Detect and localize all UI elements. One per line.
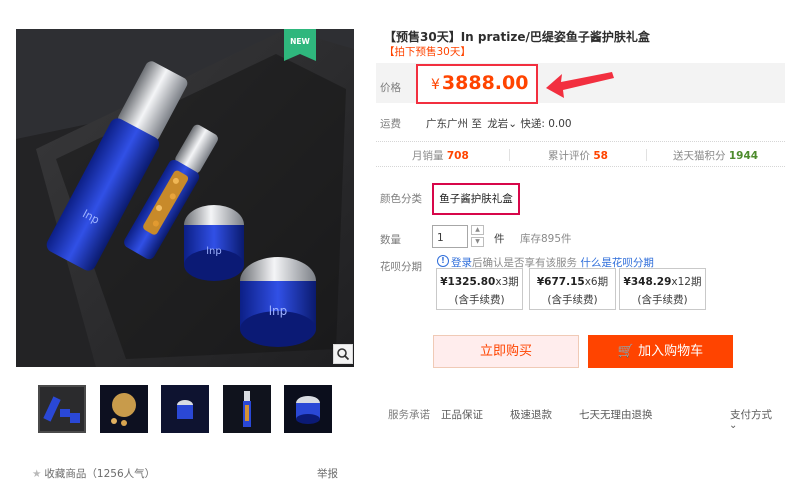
service-item[interactable]: 极速退款 bbox=[510, 407, 552, 422]
zoom-button[interactable] bbox=[333, 344, 353, 364]
installment-fee: (含手续费) bbox=[454, 294, 505, 306]
tmall-points-label: 送天猫积分 bbox=[673, 150, 726, 162]
report-link[interactable]: 举报 bbox=[317, 466, 338, 481]
review-count-label: 累计评价 bbox=[548, 150, 590, 162]
add-to-cart-label: 加入购物车 bbox=[638, 344, 704, 359]
favorite-label: 收藏商品 bbox=[44, 468, 87, 480]
installment-amount: ¥1325.80 bbox=[440, 276, 496, 288]
info-icon: ! bbox=[437, 255, 449, 267]
quantity-label: 数量 bbox=[380, 234, 401, 246]
chevron-down-icon[interactable]: ⌄ bbox=[729, 420, 737, 431]
installment-periods: x12期 bbox=[671, 276, 702, 288]
installment-fee: (含手续费) bbox=[547, 294, 598, 306]
tmall-points-value: 1944 bbox=[728, 150, 759, 162]
service-item[interactable]: 正品保证 bbox=[441, 407, 483, 422]
buy-now-button[interactable]: 立即购买 bbox=[433, 335, 579, 368]
monthly-sales-label: 月销量 bbox=[412, 150, 444, 162]
installment-amount: ¥348.29 bbox=[623, 276, 672, 288]
thumbnail-4[interactable] bbox=[223, 385, 271, 433]
thumbnail-3[interactable] bbox=[161, 385, 209, 433]
divider bbox=[509, 149, 510, 161]
installment-amount: ¥677.15 bbox=[536, 276, 585, 288]
favorite-link[interactable]: ★ 收藏商品（1256人气） bbox=[32, 466, 155, 481]
shipping-info: 广东广州 至 龙岩⌄ 快递: 0.00 bbox=[426, 116, 572, 131]
quantity-input[interactable]: 1 bbox=[432, 225, 468, 248]
price-value: ¥3888.00 bbox=[431, 72, 528, 94]
star-icon: ★ bbox=[32, 468, 42, 480]
monthly-sales-value: 708 bbox=[446, 150, 469, 162]
installment-option-6[interactable]: ¥677.15x6期 (含手续费) bbox=[529, 268, 616, 310]
review-count[interactable]: 累计评价 58 bbox=[548, 148, 608, 163]
installment-label: 花呗分期 bbox=[380, 261, 422, 273]
divider bbox=[646, 149, 647, 161]
service-label: 服务承诺 bbox=[388, 409, 430, 421]
installment-fee: (含手续费) bbox=[637, 294, 688, 306]
shipping-label: 运费 bbox=[380, 118, 401, 130]
quantity-decrease-button[interactable]: ▼ bbox=[471, 237, 484, 247]
add-to-cart-button[interactable]: 🛒 加入购物车 bbox=[588, 335, 733, 368]
svg-text:lnp: lnp bbox=[206, 246, 221, 257]
price-label: 价格 bbox=[380, 82, 401, 94]
popularity-count: （1256人气） bbox=[86, 468, 156, 480]
thumbnail-5[interactable] bbox=[284, 385, 332, 433]
thumbnail-2[interactable] bbox=[100, 385, 148, 433]
monthly-sales: 月销量 708 bbox=[412, 148, 469, 163]
installment-option-12[interactable]: ¥348.29x12期 (含手续费) bbox=[619, 268, 706, 310]
quantity-unit: 件 bbox=[494, 233, 505, 245]
installment-option-3[interactable]: ¥1325.80x3期 (含手续费) bbox=[436, 268, 523, 310]
price-amount: 3888.00 bbox=[441, 72, 529, 94]
product-title: 【预售30天】In pratize/巴缇姿鱼子酱护肤礼盒 bbox=[384, 30, 650, 44]
shipping-method: 快递: 0.00 bbox=[520, 118, 572, 130]
thumbnail-1[interactable] bbox=[38, 385, 86, 433]
magnifier-icon bbox=[337, 348, 350, 361]
tmall-points: 送天猫积分 1944 bbox=[673, 148, 758, 163]
currency-symbol: ¥ bbox=[431, 77, 440, 93]
chevron-down-icon: ⌄ bbox=[508, 118, 517, 130]
cart-icon: 🛒 bbox=[617, 344, 635, 359]
color-option-selected[interactable]: 鱼子酱护肤礼盒 bbox=[432, 183, 520, 215]
shipping-origin: 广东广州 bbox=[426, 118, 468, 130]
stock-count: 库存895件 bbox=[520, 233, 572, 245]
annotation-arrow-icon bbox=[546, 72, 614, 98]
review-count-value: 58 bbox=[593, 150, 608, 162]
main-product-image[interactable]: lnp lnp lnp bbox=[16, 29, 354, 367]
destination-label: 龙岩 bbox=[487, 118, 509, 130]
quantity-increase-button[interactable]: ▲ bbox=[471, 225, 484, 235]
color-label: 颜色分类 bbox=[380, 193, 422, 205]
installment-periods: x6期 bbox=[584, 276, 609, 288]
destination-selector[interactable]: 龙岩⌄ bbox=[487, 118, 517, 130]
svg-text:lnp: lnp bbox=[269, 304, 288, 318]
service-item[interactable]: 七天无理由退换 bbox=[579, 407, 653, 422]
product-subtitle: 【拍下预售30天】 bbox=[384, 46, 471, 58]
installment-periods: x3期 bbox=[495, 276, 519, 288]
shipping-to: 至 bbox=[471, 118, 482, 130]
